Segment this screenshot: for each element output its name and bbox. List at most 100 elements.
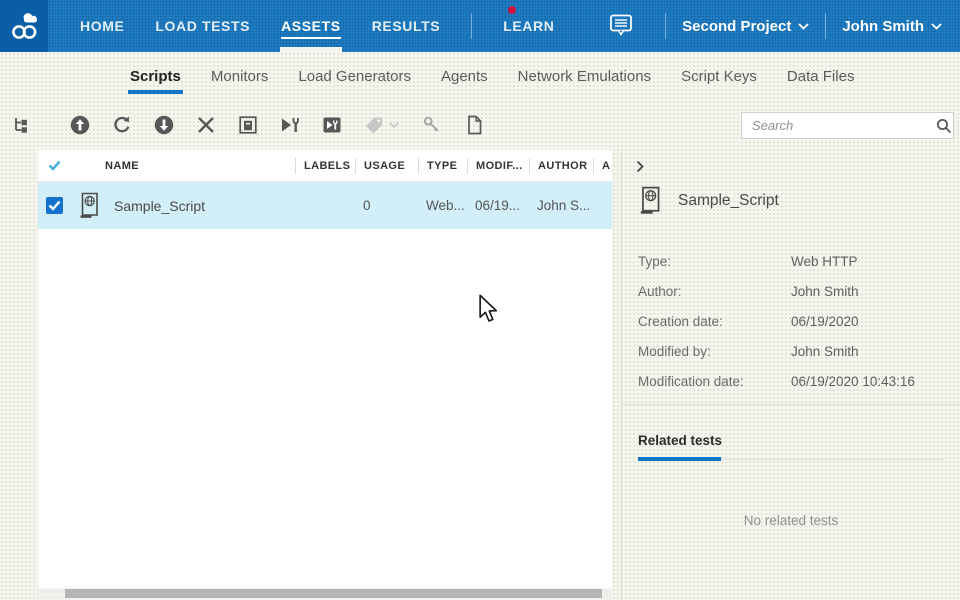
tab-script-keys[interactable]: Script Keys [681, 52, 757, 100]
user-name: John Smith [842, 18, 924, 35]
web-script-icon [638, 186, 663, 215]
chevron-down-icon [798, 23, 809, 30]
edit-runtime-icon [278, 114, 302, 136]
field-author: Author: John Smith [638, 276, 944, 306]
chevron-right-icon [636, 160, 644, 173]
refresh-icon [111, 114, 133, 136]
view-script-button[interactable] [236, 113, 260, 137]
feedback-button[interactable] [609, 13, 633, 39]
panel-title: Sample_Script [678, 192, 779, 210]
field-value: Web HTTP [791, 254, 858, 269]
row-modified-cell: 06/19... [467, 198, 529, 213]
user-menu[interactable]: John Smith [842, 18, 942, 35]
upload-icon [69, 114, 91, 136]
field-value: 06/19/2020 10:43:16 [791, 374, 915, 389]
row-author-cell: John S... [529, 198, 593, 213]
column-header-type[interactable]: TYPE [418, 158, 467, 174]
tab-scripts[interactable]: Scripts [130, 52, 181, 100]
row-checkbox-cell [38, 197, 78, 214]
search-input[interactable] [742, 118, 934, 133]
field-modified-by: Modified by: John Smith [638, 336, 944, 366]
top-navigation-bar: HOME LOAD TESTS ASSETS RESULTS LEARN Sec… [0, 0, 960, 52]
tree-view-icon [11, 115, 31, 135]
table-row[interactable]: Sample_Script 0 Web... 06/19... John S..… [38, 182, 612, 229]
topnav-divider [825, 13, 826, 39]
panel-header: Sample_Script [638, 186, 779, 215]
panel-collapse-button[interactable] [632, 158, 648, 174]
nav-item-load-tests[interactable]: LOAD TESTS [155, 0, 250, 52]
nav-item-assets[interactable]: ASSETS [281, 0, 341, 52]
notification-dot [508, 6, 516, 14]
scripts-table: NAME LABELS USAGE TYPE MODIF... AUTHOR A… [38, 150, 612, 588]
field-modification-date: Modification date: 06/19/2020 10:43:16 [638, 366, 944, 396]
column-header-usage[interactable]: USAGE [355, 158, 418, 174]
run-script-icon [321, 114, 343, 136]
key-icon [421, 114, 443, 136]
horizontal-scrollbar[interactable] [38, 589, 612, 598]
field-value: 06/19/2020 [791, 314, 859, 329]
download-script-button[interactable] [152, 113, 176, 137]
scripts-toolbar [0, 100, 960, 150]
primary-nav: HOME LOAD TESTS ASSETS RESULTS LEARN [80, 0, 554, 52]
field-label: Modified by: [638, 344, 791, 359]
project-name: Second Project [682, 18, 791, 35]
run-script-button[interactable] [320, 113, 344, 137]
cloud-infinity-logo-icon [7, 10, 41, 42]
field-value: John Smith [791, 284, 859, 299]
tab-related-tests[interactable]: Related tests [638, 433, 722, 448]
active-tab-underline [638, 457, 721, 461]
tree-view-toggle-button[interactable] [9, 113, 33, 137]
assets-sub-navigation: Scripts Monitors Load Generators Agents … [0, 52, 960, 100]
no-related-tests-message: No related tests [622, 513, 960, 528]
tab-load-generators[interactable]: Load Generators [298, 52, 411, 100]
column-header-a[interactable]: A [593, 158, 612, 174]
nav-item-results[interactable]: RESULTS [372, 0, 441, 52]
nav-item-learn-label: LEARN [503, 18, 554, 34]
field-label: Modification date: [638, 374, 791, 389]
field-label: Creation date: [638, 314, 791, 329]
nav-item-home[interactable]: HOME [80, 0, 124, 52]
field-label: Type: [638, 254, 791, 269]
column-header-labels[interactable]: LABELS [295, 158, 355, 174]
horizontal-scrollbar-thumb[interactable] [65, 589, 602, 598]
edit-runtime-settings-button[interactable] [278, 113, 302, 137]
tab-network-emulations[interactable]: Network Emulations [518, 52, 651, 100]
field-label: Author: [638, 284, 791, 299]
assign-label-button[interactable] [362, 113, 402, 137]
delete-x-icon [195, 114, 217, 136]
toolbar-actions-group [68, 113, 486, 137]
upload-script-button[interactable] [68, 113, 92, 137]
search-box [741, 112, 954, 139]
chat-bubble-icon [609, 13, 633, 39]
details-fields: Type: Web HTTP Author: John Smith Creati… [638, 246, 944, 396]
column-header-modified[interactable]: MODIF... [467, 158, 529, 174]
row-usage-cell: 0 [355, 198, 418, 213]
project-selector[interactable]: Second Project [682, 18, 809, 35]
row-checkbox[interactable] [46, 197, 63, 214]
select-all-checkbox[interactable] [38, 158, 78, 174]
tag-icon [363, 114, 401, 136]
nav-item-learn[interactable]: LEARN [503, 0, 554, 52]
column-header-name[interactable]: NAME [78, 158, 295, 174]
web-script-icon [78, 192, 101, 219]
nav-divider [471, 13, 472, 39]
tab-monitors[interactable]: Monitors [211, 52, 269, 100]
duplicate-script-button[interactable] [462, 113, 486, 137]
script-details-panel: Sample_Script Type: Web HTTP Author: Joh… [621, 150, 960, 600]
script-name: Sample_Script [114, 198, 205, 214]
refresh-button[interactable] [110, 113, 134, 137]
field-creation-date: Creation date: 06/19/2020 [638, 306, 944, 336]
app-logo[interactable] [0, 0, 48, 52]
script-key-button[interactable] [420, 113, 444, 137]
tab-data-files[interactable]: Data Files [787, 52, 855, 100]
field-value: John Smith [791, 344, 859, 359]
view-script-icon [237, 114, 259, 136]
topnav-divider [665, 13, 666, 39]
field-type: Type: Web HTTP [638, 246, 944, 276]
search-icon [936, 118, 952, 134]
table-header-row: NAME LABELS USAGE TYPE MODIF... AUTHOR A [38, 150, 612, 182]
search-button[interactable] [934, 118, 953, 134]
column-header-author[interactable]: AUTHOR [529, 158, 593, 174]
tab-agents[interactable]: Agents [441, 52, 488, 100]
delete-script-button[interactable] [194, 113, 218, 137]
